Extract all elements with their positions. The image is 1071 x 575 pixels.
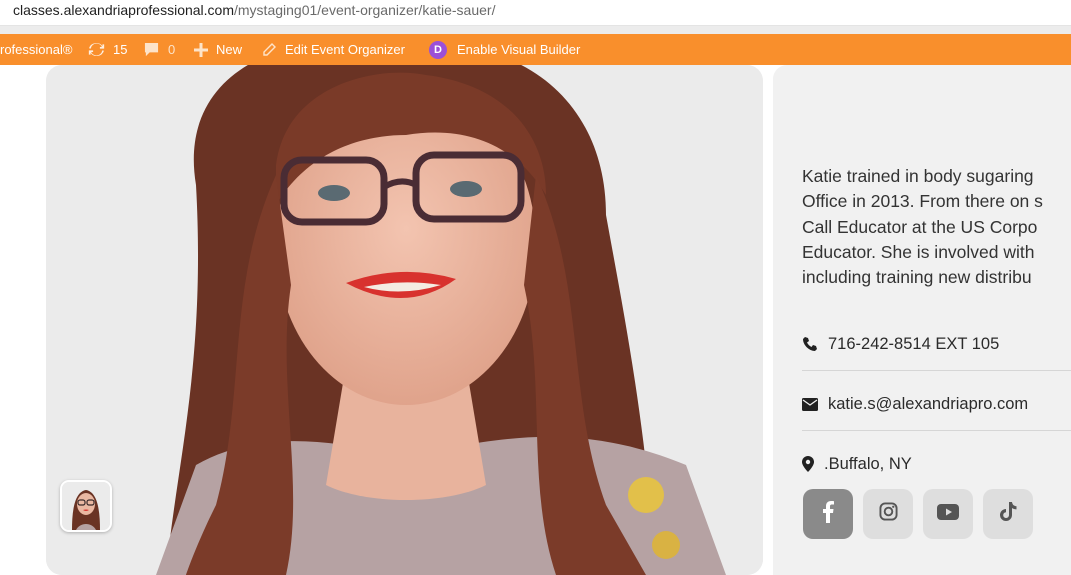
admin-updates[interactable]: 15	[88, 34, 127, 65]
organizer-bio: Katie trained in body sugaring Office in…	[802, 164, 1071, 290]
url-host: classes.alexandriaprofessional.com	[13, 2, 234, 18]
divi-icon: D	[429, 40, 447, 59]
youtube-icon	[937, 503, 959, 525]
instagram-button[interactable]	[863, 489, 913, 539]
admin-visual-builder[interactable]: D Enable Visual Builder	[429, 34, 580, 65]
contact-email[interactable]: katie.s@alexandriapro.com	[802, 374, 1071, 434]
bio-line: Call Educator at the US Corpo	[802, 216, 1038, 237]
bio-line: Educator. She is involved with	[802, 241, 1035, 262]
wp-admin-bar: rofessional® 15 0 New Edit Event Organiz…	[0, 34, 1071, 65]
url-path: /mystaging01/event-organizer/katie-sauer…	[234, 2, 496, 18]
bio-line: including training new distribu	[802, 267, 1032, 288]
contact-location: .Buffalo, NY	[802, 434, 1071, 494]
browser-divider	[0, 26, 1071, 34]
refresh-icon	[88, 41, 105, 58]
tiktok-button[interactable]	[983, 489, 1033, 539]
contact-phone[interactable]: 716-242-8514 EXT 105	[802, 314, 1071, 374]
admin-edit-organizer[interactable]: Edit Event Organizer	[262, 34, 405, 65]
facebook-icon	[822, 500, 834, 528]
envelope-icon	[802, 395, 820, 413]
organizer-photo	[46, 65, 763, 575]
comment-icon	[144, 42, 159, 57]
browser-url-bar[interactable]: classes.alexandriaprofessional.com/mysta…	[0, 0, 1071, 26]
tiktok-icon	[999, 501, 1017, 527]
organizer-avatar	[60, 480, 112, 532]
bio-line: Office in 2013. From there on s	[802, 191, 1043, 212]
contact-divider	[802, 370, 1071, 371]
pencil-icon	[262, 42, 276, 57]
facebook-button[interactable]	[803, 489, 853, 539]
contact-divider	[802, 430, 1071, 431]
instagram-icon	[878, 502, 898, 526]
map-pin-icon	[802, 455, 820, 473]
admin-new[interactable]: New	[194, 34, 242, 65]
phone-icon	[802, 335, 820, 353]
youtube-button[interactable]	[923, 489, 973, 539]
admin-comments[interactable]: 0	[144, 34, 175, 65]
plus-icon	[194, 42, 208, 57]
admin-site-name[interactable]: rofessional®	[0, 34, 72, 65]
bio-line: Katie trained in body sugaring	[802, 166, 1034, 186]
url-text[interactable]: classes.alexandriaprofessional.com/mysta…	[13, 2, 495, 18]
